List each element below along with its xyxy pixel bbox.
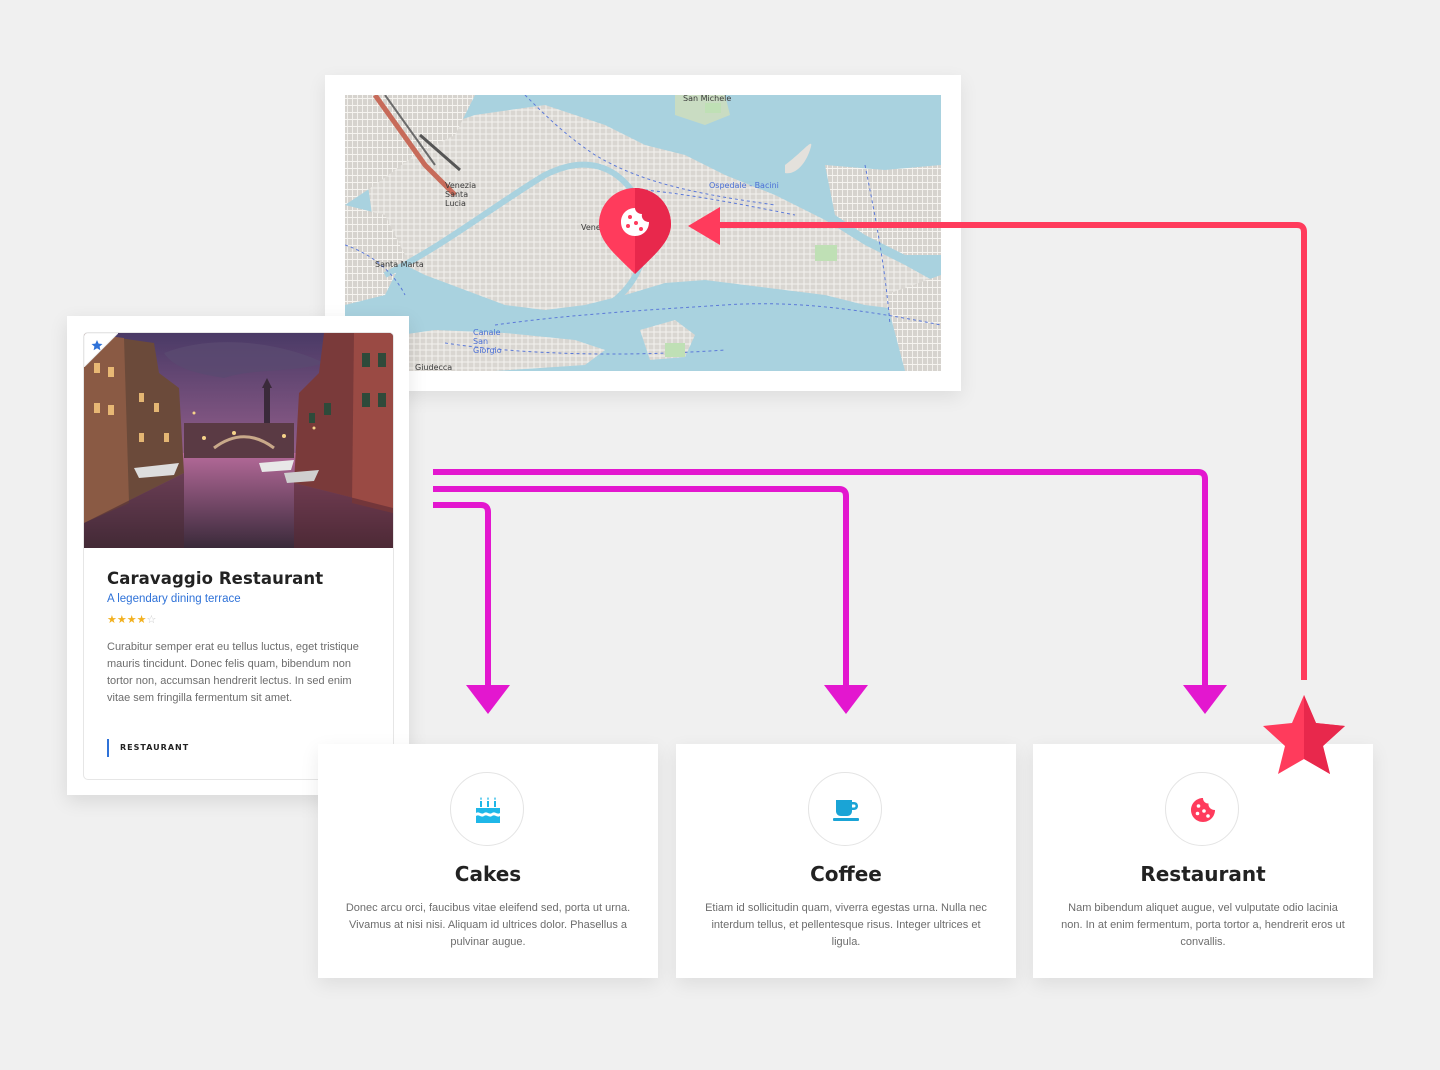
map-label-station: Venezia Santa Lucia [445,181,477,208]
star-filled-icon: ★ [107,614,117,626]
cookie-icon [1191,798,1215,822]
category-description: Etiam id sollicitudin quam, viverra eges… [705,902,987,948]
listing-tagline: A legendary dining terrace [107,593,241,605]
star-rating: ★★★★☆ [107,613,156,626]
map-marker[interactable] [597,186,673,276]
listing-photo[interactable] [84,333,393,548]
map-label-san-michele: San Michele [683,95,732,103]
listing-card[interactable]: Caravaggio Restaurant A legendary dining… [67,316,409,795]
star-filled-icon: ★ [136,614,147,626]
coffee-cup-icon [833,800,859,821]
category-title[interactable]: Coffee [676,862,1016,886]
venice-canal-photo [84,333,393,548]
magenta-arrowheads [466,685,1227,714]
star-filled-icon: ★ [116,614,127,626]
category-card-restaurant[interactable]: Restaurant Nam bibendum aliquet augue, v… [1033,744,1373,978]
category-title[interactable]: Cakes [318,862,658,886]
star-filled-icon: ★ [126,614,137,626]
map-label-santa-marta: Santa Marta [375,260,424,269]
category-icon-circle [1165,772,1239,846]
listing-title[interactable]: Caravaggio Restaurant [107,569,323,588]
category-description: Nam bibendum aliquet augue, vel vulputat… [1061,902,1345,948]
category-card-coffee[interactable]: Coffee Etiam id sollicitudin quam, viver… [676,744,1016,978]
category-card-cakes[interactable]: Cakes Donec arcu orci, faucibus vitae el… [318,744,658,978]
category-icon-circle [808,772,882,846]
listing-category-tag[interactable]: RESTAURANT [107,739,189,757]
magenta-arrow-lines [433,469,1208,686]
category-title[interactable]: Restaurant [1033,862,1373,886]
map-view[interactable]: Venezia Santa Lucia Santa Marta Venezia … [345,95,941,371]
listing-description: Curabitur semper erat eu tellus luctus, … [107,641,359,704]
category-description: Donec arcu orci, faucibus vitae eleifend… [345,902,631,948]
listing-card-inner: Caravaggio Restaurant A legendary dining… [83,332,394,780]
map-frame: Venezia Santa Lucia Santa Marta Venezia … [325,75,961,391]
map-label-ospedale: Ospedale - Bacini [709,181,779,190]
star-empty-icon: ☆ [146,614,157,626]
birthday-cake-icon [476,797,500,823]
map-label-san-giorgio: Canale San Giorgio [473,328,502,355]
category-icon-circle [450,772,524,846]
map-label-giudecca: Giudecca [415,363,453,371]
featured-ribbon [84,333,118,367]
